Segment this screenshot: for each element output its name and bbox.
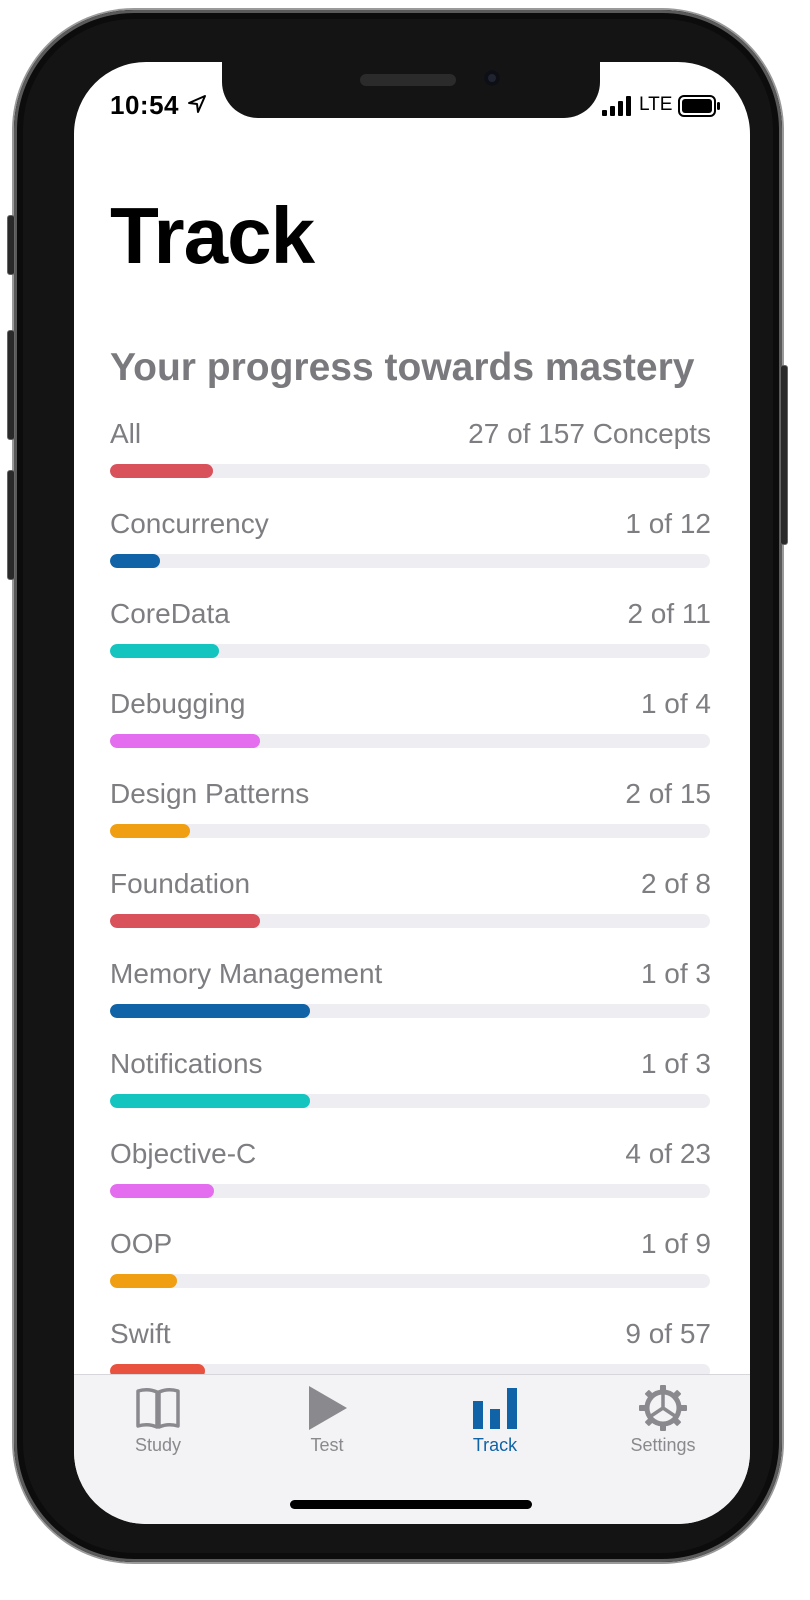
- progress-row-coredata[interactable]: CoreData 2 of 11: [110, 598, 711, 688]
- progress-track: [110, 734, 710, 748]
- section-title: Your progress towards mastery: [110, 346, 695, 389]
- progress-track: [110, 1274, 710, 1288]
- tab-label: Settings: [630, 1435, 696, 1455]
- row-count: 4 of 23: [625, 1138, 711, 1169]
- row-count: 1 of 12: [625, 508, 711, 539]
- gear-icon: [639, 1385, 687, 1431]
- row-label: Debugging: [110, 688, 246, 719]
- status-time: 10:54: [110, 90, 179, 120]
- progress-track: [110, 464, 710, 478]
- tab-test[interactable]: Test: [262, 1385, 392, 1469]
- row-count: 2 of 11: [627, 598, 711, 629]
- progress-row-all[interactable]: All 27 of 157 Concepts: [110, 418, 711, 508]
- progress-track: [110, 644, 710, 658]
- mute-switch: [7, 215, 15, 275]
- battery-icon: [678, 95, 720, 117]
- progress-fill: [110, 1184, 215, 1198]
- page-title: Track: [110, 191, 315, 280]
- row-label: Design Patterns: [110, 778, 310, 809]
- front-camera: [484, 70, 500, 86]
- tab-track[interactable]: Track: [430, 1385, 560, 1469]
- row-label: OOP: [110, 1228, 173, 1259]
- progress-fill: [110, 1004, 310, 1018]
- progress-list: All 27 of 157 Concepts Concurrency 1 of …: [110, 418, 711, 1408]
- tab-settings[interactable]: Settings: [598, 1385, 728, 1469]
- side-button: [780, 365, 788, 545]
- row-label: Objective-C: [110, 1138, 257, 1169]
- progress-fill: [110, 824, 190, 838]
- phone-frame: 10:54 LTE Track Your progress towards ma…: [7, 10, 788, 1562]
- row-label: Swift: [110, 1318, 171, 1349]
- progress-track: [110, 1004, 710, 1018]
- tab-label: Test: [310, 1435, 344, 1455]
- progress-track: [110, 914, 710, 928]
- row-count: 2 of 15: [625, 778, 711, 809]
- progress-row-objective-c[interactable]: Objective-C 4 of 23: [110, 1138, 711, 1228]
- progress-fill: [110, 554, 160, 568]
- row-label: CoreData: [110, 598, 230, 629]
- progress-row-concurrency[interactable]: Concurrency 1 of 12: [110, 508, 711, 598]
- notch: [222, 62, 600, 118]
- row-count: 9 of 57: [625, 1318, 711, 1349]
- earpiece-speaker: [360, 74, 456, 86]
- tab-label: Track: [472, 1435, 518, 1455]
- progress-track: [110, 1184, 710, 1198]
- screen: 10:54 LTE Track Your progress towards ma…: [74, 62, 750, 1524]
- row-count: 1 of 3: [640, 1048, 711, 1079]
- progress-fill: [110, 644, 220, 658]
- cellular-signal-icon: [602, 96, 631, 116]
- progress-fill: [110, 914, 260, 928]
- play-icon: [309, 1386, 347, 1430]
- row-count: 2 of 8: [640, 868, 711, 899]
- progress-fill: [110, 1094, 310, 1108]
- row-label: All: [110, 418, 142, 449]
- volume-down-button: [7, 470, 15, 580]
- home-indicator[interactable]: [290, 1500, 532, 1509]
- progress-fill: [110, 464, 214, 478]
- progress-row-notifications[interactable]: Notifications 1 of 3: [110, 1048, 711, 1138]
- bar-chart-icon: [473, 1388, 517, 1429]
- progress-row-debugging[interactable]: Debugging 1 of 4: [110, 688, 711, 778]
- progress-fill: [110, 1274, 177, 1288]
- row-label: Foundation: [110, 868, 251, 899]
- progress-row-design-patterns[interactable]: Design Patterns 2 of 15: [110, 778, 711, 868]
- progress-row-foundation[interactable]: Foundation 2 of 8: [110, 868, 711, 958]
- progress-track: [110, 824, 710, 838]
- row-label: Concurrency: [110, 508, 269, 539]
- network-type: LTE: [639, 94, 673, 115]
- row-label: Memory Management: [110, 958, 383, 989]
- tab-label: Study: [134, 1435, 182, 1455]
- progress-row-memory-management[interactable]: Memory Management 1 of 3: [110, 958, 711, 1048]
- progress-fill: [110, 734, 260, 748]
- progress-track: [110, 1094, 710, 1108]
- row-count: 1 of 9: [640, 1228, 711, 1259]
- book-icon: [136, 1387, 180, 1429]
- progress-track: [110, 554, 710, 568]
- row-count: 1 of 3: [640, 958, 711, 989]
- row-label: Notifications: [110, 1048, 263, 1079]
- tab-study[interactable]: Study: [93, 1385, 223, 1469]
- progress-row-oop[interactable]: OOP 1 of 9: [110, 1228, 711, 1318]
- row-count: 1 of 4: [640, 688, 711, 719]
- location-arrow-icon: [188, 95, 206, 113]
- row-count: 27 of 157 Concepts: [468, 418, 711, 449]
- volume-up-button: [7, 330, 15, 440]
